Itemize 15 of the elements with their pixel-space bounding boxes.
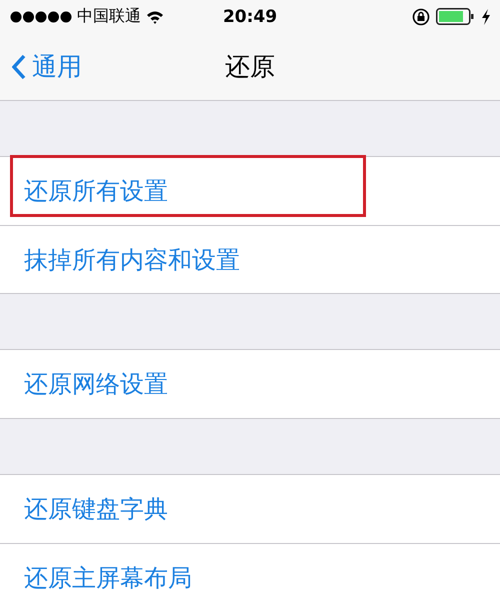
settings-row[interactable]: 还原网络设置: [0, 350, 500, 418]
charging-icon: [482, 8, 490, 24]
settings-row[interactable]: 还原所有设置: [0, 157, 500, 225]
clock-time: 20:49: [222, 6, 278, 26]
settings-row[interactable]: 还原主屏幕布局: [0, 543, 500, 600]
settings-row[interactable]: 抹掉所有内容和设置: [0, 225, 500, 293]
settings-row[interactable]: 还原键盘字典: [0, 475, 500, 543]
back-button[interactable]: 通用: [0, 49, 88, 84]
chevron-icon: [12, 54, 26, 80]
wifi-icon: [146, 10, 164, 24]
rotation-lock-icon: [412, 8, 430, 26]
page-title: 还原: [224, 51, 276, 83]
battery-icon: [436, 8, 476, 26]
carrier-name: 中国联通: [77, 6, 141, 27]
signal-icon: [10, 10, 72, 22]
